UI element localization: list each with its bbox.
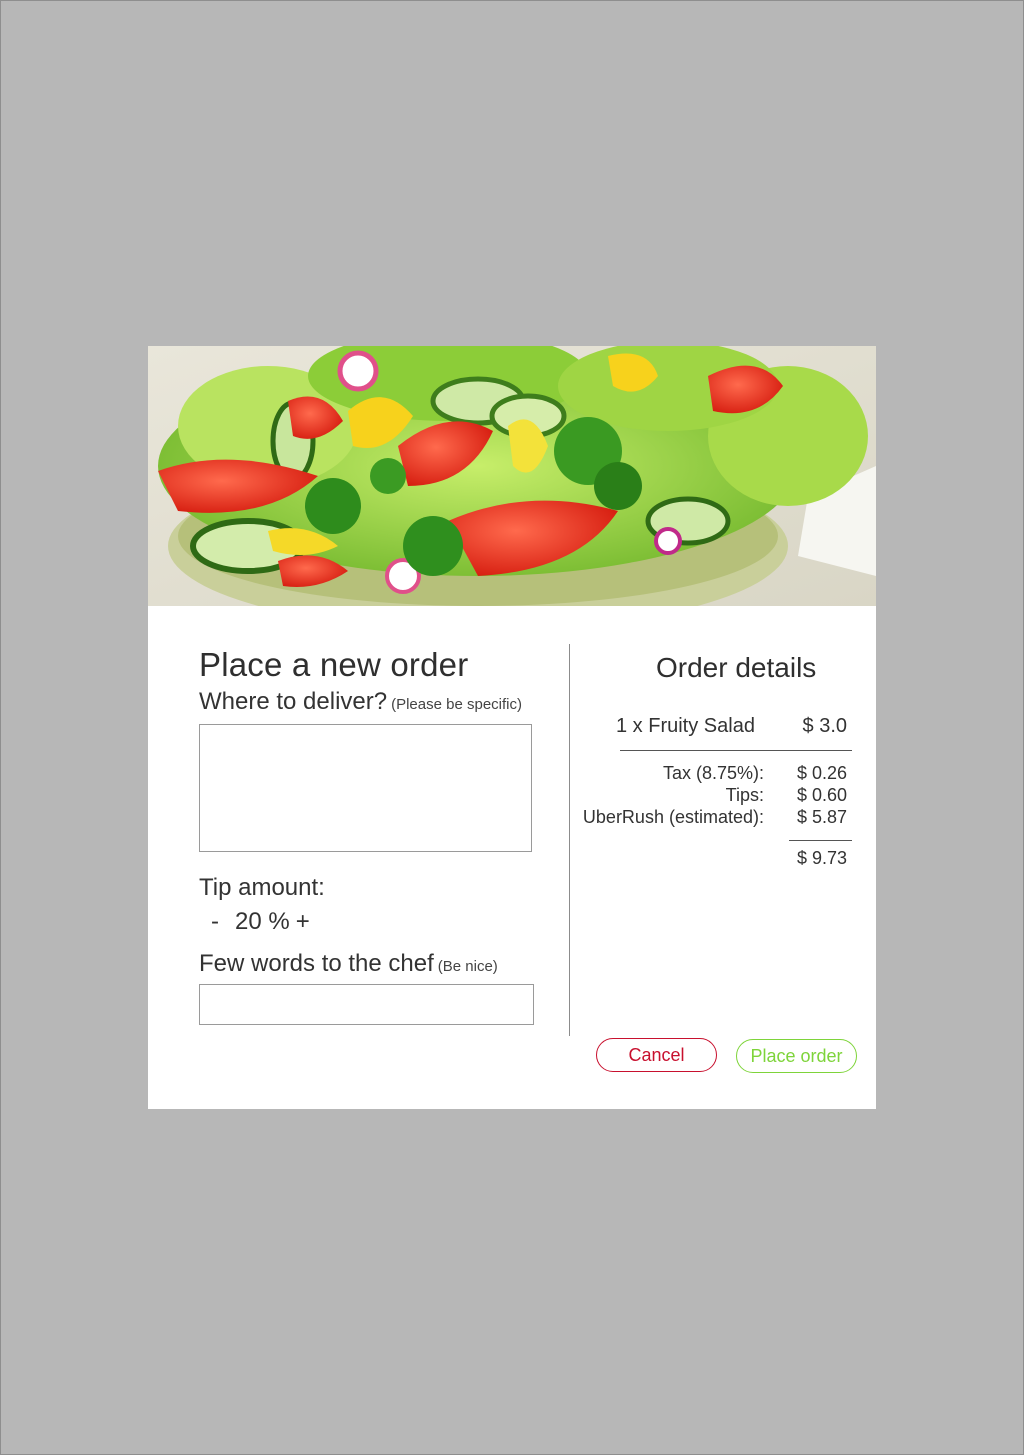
fee-labels: Tax (8.75%): Tips: UberRush (estimated): <box>583 762 764 828</box>
delivery-label-text: Where to deliver? <box>199 688 388 715</box>
delivery-fee-label: UberRush (estimated): <box>582 807 764 827</box>
tip-amount-label: Tip amount: <box>199 874 325 901</box>
column-divider <box>569 644 570 1036</box>
tax-value: $ 0.26 <box>797 763 848 783</box>
tip-stepper: -20 % + <box>211 908 310 936</box>
order-modal: Place a new order Where to deliver? (Plea… <box>148 346 876 1109</box>
place-order-button[interactable]: Place order <box>736 1039 857 1073</box>
cancel-button[interactable]: Cancel <box>596 1038 717 1072</box>
tip-increment-button[interactable]: + <box>296 908 310 936</box>
delivery-fee-value: $ 5.87 <box>797 807 848 827</box>
order-total: $ 9.73 <box>797 848 848 868</box>
page-title: Place a new order <box>199 646 469 683</box>
tip-decrement-button[interactable]: - <box>211 908 231 936</box>
delivery-address-input[interactable] <box>199 724 532 852</box>
total-separator <box>789 840 852 841</box>
item-separator <box>620 750 852 751</box>
tax-label: Tax (8.75%): <box>662 763 764 783</box>
tips-label: Tips: <box>725 785 764 805</box>
chef-note-label: Few words to the chef (Be nice) <box>199 950 498 978</box>
delivery-label: Where to deliver? (Please be specific) <box>199 688 522 716</box>
order-item-price: $ 3.0 <box>802 715 847 737</box>
order-details-title: Order details <box>656 652 817 683</box>
chef-note-label-text: Few words to the chef <box>199 950 434 977</box>
salad-hero-image <box>148 346 876 606</box>
delivery-hint: (Please be specific) <box>391 696 522 713</box>
chef-note-input[interactable] <box>199 984 534 1025</box>
order-item-name: 1 x Fruity Salad <box>616 715 755 737</box>
chef-note-hint: (Be nice) <box>437 958 498 975</box>
tips-value: $ 0.60 <box>797 785 848 805</box>
fee-values: $ 0.26 $ 0.60 $ 5.87 <box>797 762 847 828</box>
tip-value: 20 % <box>235 908 290 935</box>
